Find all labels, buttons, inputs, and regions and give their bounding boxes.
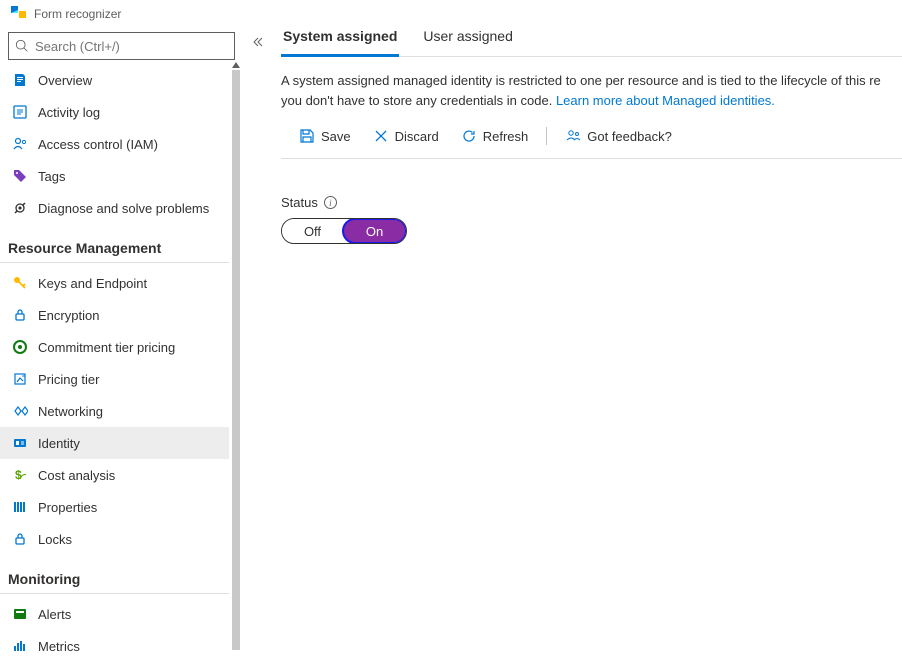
collapse-sidebar-button[interactable] <box>248 32 268 55</box>
description-text: A system assigned managed identity is re… <box>281 71 902 110</box>
sidebar-item-encryption[interactable]: Encryption <box>0 299 243 331</box>
locks-icon <box>12 531 28 547</box>
sidebar-item-label: Metrics <box>38 639 80 654</box>
save-label: Save <box>321 129 351 144</box>
toggle-off[interactable]: Off <box>282 219 343 243</box>
refresh-button[interactable]: Refresh <box>451 124 539 148</box>
info-icon[interactable]: i <box>324 196 337 209</box>
sidebar-item-access-control-iam-[interactable]: Access control (IAM) <box>0 128 243 160</box>
sidebar-item-label: Properties <box>38 500 97 515</box>
sidebar-item-properties[interactable]: Properties <box>0 491 243 523</box>
sidebar-item-label: Access control (IAM) <box>38 137 158 152</box>
search-input[interactable] <box>35 39 228 54</box>
sidebar-item-networking[interactable]: Networking <box>0 395 243 427</box>
toolbar: Save Discard Refresh Got feedback? <box>281 124 902 159</box>
section-header-resource-management: Resource Management <box>0 230 243 263</box>
sidebar-item-label: Tags <box>38 169 65 184</box>
sidebar-scrollbar[interactable] <box>229 60 243 664</box>
description-line1: A system assigned managed identity is re… <box>281 73 881 88</box>
feedback-label: Got feedback? <box>587 129 672 144</box>
breadcrumb-text: Form recognizer <box>34 7 121 21</box>
tabs: System assigned User assigned <box>281 20 902 57</box>
breadcrumb-row: Form recognizer <box>0 0 243 32</box>
sidebar-item-cost-analysis[interactable]: $ Cost analysis <box>0 459 243 491</box>
status-label: Status <box>281 195 318 210</box>
sidebar-item-label: Keys and Endpoint <box>38 276 147 291</box>
search-input-wrap[interactable] <box>8 32 235 60</box>
encryption-icon <box>12 307 28 323</box>
status-toggle[interactable]: Off On <box>281 218 407 244</box>
sidebar-item-activity-log[interactable]: Activity log <box>0 96 243 128</box>
learn-more-link[interactable]: Learn more about Managed identities. <box>556 93 775 108</box>
section-header-monitoring: Monitoring <box>0 561 243 594</box>
form-recognizer-icon <box>8 4 28 24</box>
sidebar-item-label: Pricing tier <box>38 372 99 387</box>
sidebar-item-locks[interactable]: Locks <box>0 523 243 555</box>
feedback-icon <box>565 128 581 144</box>
refresh-label: Refresh <box>483 129 529 144</box>
discard-button[interactable]: Discard <box>363 124 449 148</box>
tags-icon <box>12 168 28 184</box>
diagnose-icon <box>12 200 28 216</box>
sidebar-item-commitment-tier-pricing[interactable]: Commitment tier pricing <box>0 331 243 363</box>
feedback-button[interactable]: Got feedback? <box>555 124 682 148</box>
svg-text:$: $ <box>15 468 22 482</box>
alerts-icon <box>12 606 28 622</box>
pricing-icon <box>12 371 28 387</box>
sidebar-item-label: Diagnose and solve problems <box>38 201 209 216</box>
metrics-icon <box>12 638 28 654</box>
search-row <box>0 32 243 64</box>
toolbar-separator <box>546 127 547 145</box>
status-label-row: Status i <box>281 195 902 210</box>
sidebar-item-pricing-tier[interactable]: Pricing tier <box>0 363 243 395</box>
refresh-icon <box>461 128 477 144</box>
sidebar-item-label: Overview <box>38 73 92 88</box>
sidebar-item-label: Identity <box>38 436 80 451</box>
sidebar-item-label: Locks <box>38 532 72 547</box>
sidebar-item-keys-and-endpoint[interactable]: Keys and Endpoint <box>0 267 243 299</box>
sidebar-item-label: Commitment tier pricing <box>38 340 175 355</box>
identity-icon <box>12 435 28 451</box>
overview-icon <box>12 72 28 88</box>
cost-icon: $ <box>12 467 28 483</box>
networking-icon <box>12 403 28 419</box>
sidebar-item-label: Activity log <box>38 105 100 120</box>
sidebar-item-label: Cost analysis <box>38 468 115 483</box>
discard-label: Discard <box>395 129 439 144</box>
tab-system-assigned[interactable]: System assigned <box>281 20 399 57</box>
sidebar-item-diagnose-and-solve-problems[interactable]: Diagnose and solve problems <box>0 192 243 224</box>
save-button[interactable]: Save <box>289 124 361 148</box>
scrollbar-thumb[interactable] <box>232 70 240 650</box>
search-icon <box>15 39 29 53</box>
commitment-icon <box>12 339 28 355</box>
keys-icon <box>12 275 28 291</box>
sidebar-item-identity[interactable]: Identity <box>0 427 243 459</box>
sidebar-item-label: Networking <box>38 404 103 419</box>
description-line2: you don't have to store any credentials … <box>281 93 556 108</box>
discard-icon <box>373 128 389 144</box>
sidebar-item-label: Encryption <box>38 308 99 323</box>
sidebar: Form recognizer Overview Activity log Acce… <box>0 0 243 664</box>
status-section: Status i Off On <box>281 195 902 244</box>
sidebar-item-label: Alerts <box>38 607 71 622</box>
toggle-on[interactable]: On <box>342 218 407 244</box>
sidebar-item-alerts[interactable]: Alerts <box>0 598 243 630</box>
sidebar-collapse-zone <box>243 0 273 664</box>
sidebar-item-overview[interactable]: Overview <box>0 64 243 96</box>
main-content: System assigned User assigned A system as… <box>273 0 902 664</box>
properties-icon <box>12 499 28 515</box>
sidebar-item-metrics[interactable]: Metrics <box>0 630 243 662</box>
chevron-double-left-icon <box>252 36 264 48</box>
save-icon <box>299 128 315 144</box>
tab-user-assigned[interactable]: User assigned <box>421 20 515 57</box>
activity-icon <box>12 104 28 120</box>
sidebar-item-tags[interactable]: Tags <box>0 160 243 192</box>
scrollbar-up-icon[interactable] <box>232 62 240 68</box>
access-icon <box>12 136 28 152</box>
